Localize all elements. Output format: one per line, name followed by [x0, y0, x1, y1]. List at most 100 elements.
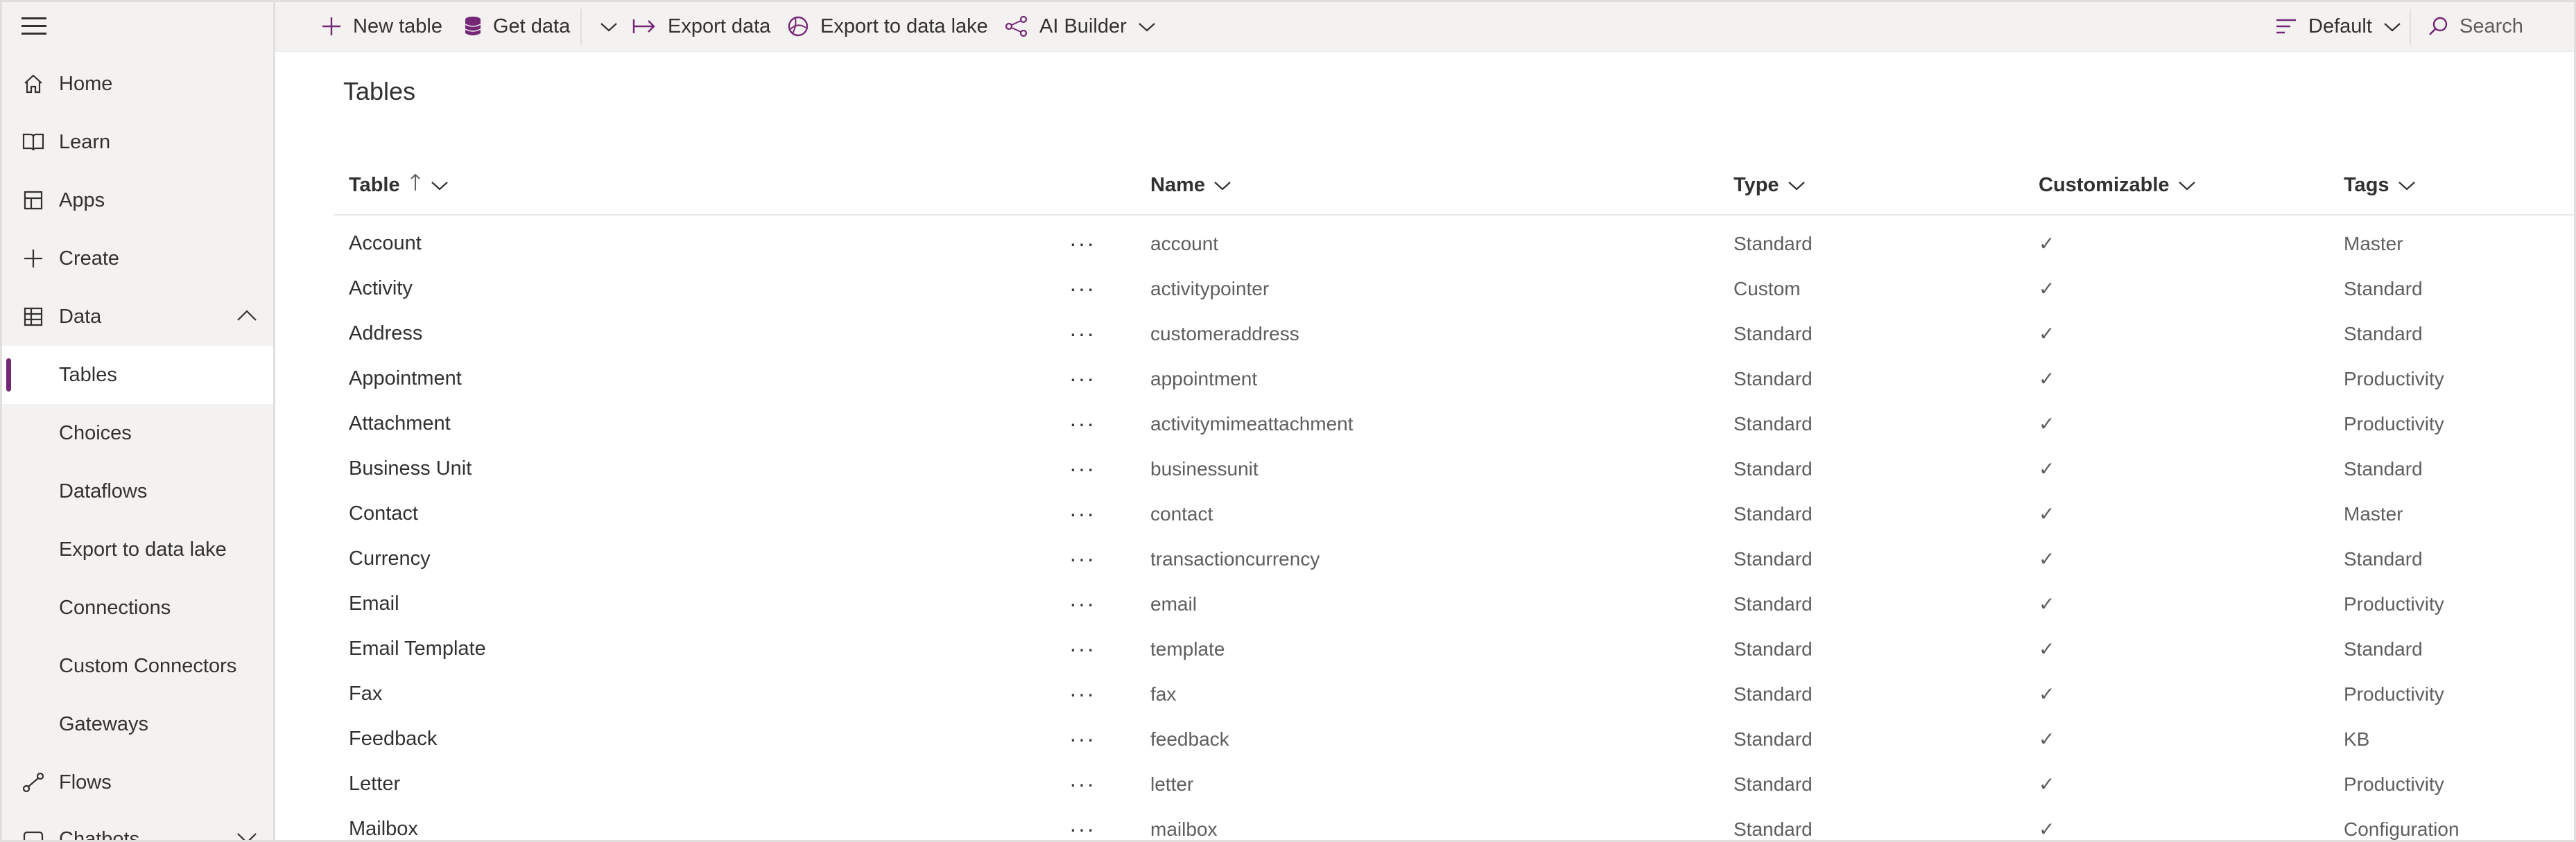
more-options-icon[interactable]: ··· [1062, 311, 1103, 356]
search-box[interactable]: Search [2428, 2, 2523, 51]
checkmark-icon: ✓ [2039, 413, 2055, 435]
nav-item-label: Create [59, 247, 120, 270]
table-logical-name: account [1150, 232, 1219, 254]
table-row[interactable]: Email Template ··· template Standard ✓ Standa… [334, 626, 2574, 672]
more-options-icon[interactable]: ··· [1062, 807, 1103, 840]
column-header-customizable[interactable]: Customizable [2039, 157, 2196, 213]
table-display-name[interactable]: Email Template [349, 626, 486, 672]
chevron-up-icon[interactable] [236, 309, 257, 325]
table-display-name[interactable]: Email [349, 581, 399, 626]
more-options-icon[interactable]: ··· [1062, 581, 1103, 626]
flow-icon [21, 771, 45, 794]
table-display-name[interactable]: Activity [349, 266, 413, 311]
search-placeholder: Search [2460, 15, 2523, 37]
table-logical-name: feedback [1150, 728, 1229, 750]
table-row[interactable]: Appointment ··· appointment Standard ✓ Produc… [334, 356, 2574, 401]
more-options-icon[interactable]: ··· [1062, 717, 1103, 762]
table-display-name[interactable]: Feedback [349, 717, 437, 762]
table-display-name[interactable]: Contact [349, 491, 418, 536]
database-icon [464, 15, 482, 37]
ai-builder-button[interactable]: AI Builder [1005, 2, 1156, 51]
table-tags: Productivity [2344, 683, 2444, 705]
nav-sub-tables[interactable]: Tables [2, 346, 273, 404]
table-row[interactable]: Attachment ··· activitymimeattachment Stand… [334, 401, 2574, 446]
chevron-down-icon [1138, 15, 1156, 38]
table-row[interactable]: Mailbox ··· mailbox Standard ✓ Configuration [334, 807, 2574, 840]
nav-item-apps[interactable]: Apps [2, 171, 273, 229]
table-display-name[interactable]: Currency [349, 536, 431, 581]
sort-ascending-icon [400, 173, 422, 198]
more-options-icon[interactable]: ··· [1062, 491, 1103, 536]
table-tags: Standard [2344, 547, 2423, 570]
table-display-name[interactable]: Letter [349, 762, 400, 807]
table-row[interactable]: Email ··· email Standard ✓ Productivity [334, 581, 2574, 626]
new-table-button[interactable]: New table [321, 2, 442, 51]
table-display-name[interactable]: Attachment [349, 401, 451, 446]
chevron-down-icon [1205, 174, 1231, 197]
more-options-icon[interactable]: ··· [1062, 672, 1103, 717]
page-title: Tables [343, 77, 416, 105]
more-options-icon[interactable]: ··· [1062, 401, 1103, 446]
table-row[interactable]: Currency ··· transactioncurrency Standard ✓ S… [334, 536, 2574, 581]
column-header-type[interactable]: Type [1734, 157, 1806, 213]
table-display-name[interactable]: Fax [349, 672, 382, 717]
left-navigation: Home Learn Apps Create Data Tables Choic… [2, 2, 275, 842]
more-options-icon[interactable]: ··· [1062, 762, 1103, 807]
nav-sub-label: Choices [59, 421, 132, 444]
column-header-name[interactable]: Name [1150, 157, 1231, 213]
hamburger-menu-icon[interactable] [21, 16, 49, 37]
nav-sub-export-lake[interactable]: Export to data lake [2, 520, 273, 579]
get-data-button[interactable]: Get data [464, 2, 570, 51]
table-display-name[interactable]: Account [349, 221, 422, 266]
nav-sub-dataflows[interactable]: Dataflows [2, 462, 273, 520]
table-tags: Master [2344, 232, 2403, 254]
column-header-tags[interactable]: Tags [2344, 157, 2416, 213]
table-row[interactable]: Feedback ··· feedback Standard ✓ KB [334, 717, 2574, 762]
table-display-name[interactable]: Appointment [349, 356, 462, 401]
view-selector[interactable]: Default [2275, 2, 2401, 51]
nav-sub-custom-connectors[interactable]: Custom Connectors [2, 637, 273, 695]
table-type: Standard [1734, 728, 1813, 750]
nav-sub-choices[interactable]: Choices [2, 404, 273, 462]
export-data-lake-button[interactable]: Export to data lake [787, 2, 988, 51]
table-row[interactable]: Letter ··· letter Standard ✓ Productivity [334, 762, 2574, 807]
more-options-icon[interactable]: ··· [1062, 356, 1103, 401]
nav-sub-gateways[interactable]: Gateways [2, 695, 273, 753]
nav-item-data[interactable]: Data [2, 288, 273, 346]
table-row[interactable]: Fax ··· fax Standard ✓ Productivity [334, 672, 2574, 717]
nav-item-chatbots[interactable]: Chatbots [2, 810, 273, 842]
nav-item-create[interactable]: Create [2, 229, 273, 288]
table-row[interactable]: Address ··· customeraddress Standard ✓ Standa… [334, 311, 2574, 356]
header-divider [334, 214, 2574, 216]
table-display-name[interactable]: Business Unit [349, 446, 472, 491]
table-type: Standard [1734, 322, 1813, 344]
export-data-button[interactable]: Export data [632, 2, 770, 51]
checkmark-icon: ✓ [2039, 638, 2055, 660]
table-row[interactable]: Contact ··· contact Standard ✓ Master [334, 491, 2574, 536]
more-options-icon[interactable]: ··· [1062, 536, 1103, 581]
nav-item-flows[interactable]: Flows [2, 753, 273, 812]
get-data-dropdown[interactable] [591, 2, 626, 51]
more-options-icon[interactable]: ··· [1062, 446, 1103, 491]
column-header-label: Customizable [2039, 173, 2170, 196]
table-row[interactable]: Account ··· account Standard ✓ Master [334, 221, 2574, 266]
nav-item-learn[interactable]: Learn [2, 113, 273, 171]
chevron-down-icon [600, 15, 618, 38]
more-options-icon[interactable]: ··· [1062, 266, 1103, 311]
table-display-name[interactable]: Mailbox [349, 807, 418, 840]
table-type: Standard [1734, 773, 1813, 795]
table-row[interactable]: Activity ··· activitypointer Custom ✓ Standar… [334, 266, 2574, 311]
nav-sub-connections[interactable]: Connections [2, 579, 273, 637]
checkmark-icon: ✓ [2039, 773, 2055, 795]
nav-item-label: Chatbots [59, 827, 140, 842]
table-row[interactable]: Business Unit ··· businessunit Standard ✓ Sta… [334, 446, 2574, 491]
nav-sub-label: Gateways [59, 712, 148, 735]
more-options-icon[interactable]: ··· [1062, 221, 1103, 266]
nav-item-home[interactable]: Home [2, 55, 273, 113]
checkmark-icon: ✓ [2039, 278, 2055, 299]
more-options-icon[interactable]: ··· [1062, 626, 1103, 672]
table-logical-name: customeraddress [1150, 322, 1299, 344]
column-header-table[interactable]: Table [349, 157, 449, 213]
chevron-down-icon[interactable] [236, 832, 257, 840]
table-display-name[interactable]: Address [349, 311, 422, 356]
